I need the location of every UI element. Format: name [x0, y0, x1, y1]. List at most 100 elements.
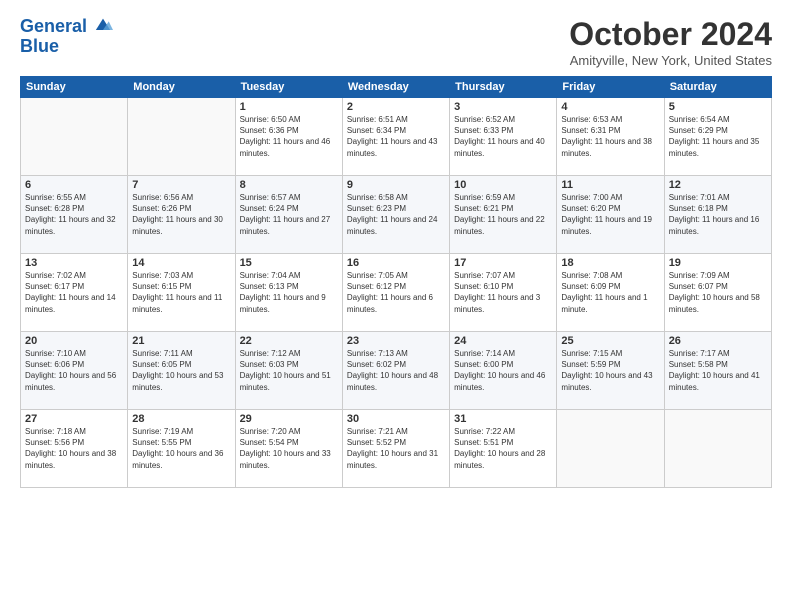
day-detail: Sunrise: 6:53 AM Sunset: 6:31 PM Dayligh… — [561, 114, 659, 159]
calendar-cell: 22Sunrise: 7:12 AM Sunset: 6:03 PM Dayli… — [235, 332, 342, 410]
day-detail: Sunrise: 6:57 AM Sunset: 6:24 PM Dayligh… — [240, 192, 338, 237]
calendar-cell — [557, 410, 664, 488]
day-number: 11 — [561, 179, 659, 191]
day-detail: Sunrise: 7:22 AM Sunset: 5:51 PM Dayligh… — [454, 426, 552, 471]
day-detail: Sunrise: 6:52 AM Sunset: 6:33 PM Dayligh… — [454, 114, 552, 159]
day-number: 4 — [561, 101, 659, 113]
calendar-cell: 2Sunrise: 6:51 AM Sunset: 6:34 PM Daylig… — [342, 98, 449, 176]
day-number: 15 — [240, 257, 338, 269]
calendar-cell: 28Sunrise: 7:19 AM Sunset: 5:55 PM Dayli… — [128, 410, 235, 488]
day-detail: Sunrise: 6:54 AM Sunset: 6:29 PM Dayligh… — [669, 114, 767, 159]
calendar-cell: 16Sunrise: 7:05 AM Sunset: 6:12 PM Dayli… — [342, 254, 449, 332]
day-detail: Sunrise: 7:09 AM Sunset: 6:07 PM Dayligh… — [669, 270, 767, 315]
day-detail: Sunrise: 6:50 AM Sunset: 6:36 PM Dayligh… — [240, 114, 338, 159]
day-detail: Sunrise: 7:04 AM Sunset: 6:13 PM Dayligh… — [240, 270, 338, 315]
logo: General Blue — [20, 16, 113, 56]
day-detail: Sunrise: 6:55 AM Sunset: 6:28 PM Dayligh… — [25, 192, 123, 237]
calendar-cell: 17Sunrise: 7:07 AM Sunset: 6:10 PM Dayli… — [450, 254, 557, 332]
calendar-cell: 25Sunrise: 7:15 AM Sunset: 5:59 PM Dayli… — [557, 332, 664, 410]
calendar-cell: 14Sunrise: 7:03 AM Sunset: 6:15 PM Dayli… — [128, 254, 235, 332]
location-text: Amityville, New York, United States — [569, 53, 772, 68]
day-detail: Sunrise: 7:17 AM Sunset: 5:58 PM Dayligh… — [669, 348, 767, 393]
calendar-cell: 21Sunrise: 7:11 AM Sunset: 6:05 PM Dayli… — [128, 332, 235, 410]
logo-text: General — [20, 16, 113, 37]
day-detail: Sunrise: 7:12 AM Sunset: 6:03 PM Dayligh… — [240, 348, 338, 393]
calendar-cell: 12Sunrise: 7:01 AM Sunset: 6:18 PM Dayli… — [664, 176, 771, 254]
day-detail: Sunrise: 7:00 AM Sunset: 6:20 PM Dayligh… — [561, 192, 659, 237]
day-number: 23 — [347, 335, 445, 347]
day-detail: Sunrise: 7:01 AM Sunset: 6:18 PM Dayligh… — [669, 192, 767, 237]
calendar-cell: 5Sunrise: 6:54 AM Sunset: 6:29 PM Daylig… — [664, 98, 771, 176]
day-number: 1 — [240, 101, 338, 113]
day-detail: Sunrise: 7:14 AM Sunset: 6:00 PM Dayligh… — [454, 348, 552, 393]
calendar-cell: 29Sunrise: 7:20 AM Sunset: 5:54 PM Dayli… — [235, 410, 342, 488]
calendar-cell: 10Sunrise: 6:59 AM Sunset: 6:21 PM Dayli… — [450, 176, 557, 254]
calendar-cell: 19Sunrise: 7:09 AM Sunset: 6:07 PM Dayli… — [664, 254, 771, 332]
calendar-cell: 23Sunrise: 7:13 AM Sunset: 6:02 PM Dayli… — [342, 332, 449, 410]
day-detail: Sunrise: 7:20 AM Sunset: 5:54 PM Dayligh… — [240, 426, 338, 471]
calendar-cell: 15Sunrise: 7:04 AM Sunset: 6:13 PM Dayli… — [235, 254, 342, 332]
calendar-table: SundayMondayTuesdayWednesdayThursdayFrid… — [20, 76, 772, 488]
day-number: 19 — [669, 257, 767, 269]
day-number: 20 — [25, 335, 123, 347]
calendar-cell: 18Sunrise: 7:08 AM Sunset: 6:09 PM Dayli… — [557, 254, 664, 332]
calendar-cell — [21, 98, 128, 176]
day-number: 9 — [347, 179, 445, 191]
day-number: 8 — [240, 179, 338, 191]
day-number: 16 — [347, 257, 445, 269]
day-number: 26 — [669, 335, 767, 347]
day-detail: Sunrise: 6:51 AM Sunset: 6:34 PM Dayligh… — [347, 114, 445, 159]
calendar-cell: 20Sunrise: 7:10 AM Sunset: 6:06 PM Dayli… — [21, 332, 128, 410]
day-number: 7 — [132, 179, 230, 191]
day-number: 12 — [669, 179, 767, 191]
calendar-cell: 1Sunrise: 6:50 AM Sunset: 6:36 PM Daylig… — [235, 98, 342, 176]
calendar-cell: 31Sunrise: 7:22 AM Sunset: 5:51 PM Dayli… — [450, 410, 557, 488]
day-number: 31 — [454, 413, 552, 425]
weekday-header-wednesday: Wednesday — [342, 77, 449, 98]
weekday-header-thursday: Thursday — [450, 77, 557, 98]
day-number: 30 — [347, 413, 445, 425]
day-number: 13 — [25, 257, 123, 269]
day-detail: Sunrise: 7:03 AM Sunset: 6:15 PM Dayligh… — [132, 270, 230, 315]
day-number: 22 — [240, 335, 338, 347]
day-number: 18 — [561, 257, 659, 269]
logo-subtitle: Blue — [20, 37, 113, 57]
calendar-cell — [128, 98, 235, 176]
calendar-cell: 8Sunrise: 6:57 AM Sunset: 6:24 PM Daylig… — [235, 176, 342, 254]
day-detail: Sunrise: 7:05 AM Sunset: 6:12 PM Dayligh… — [347, 270, 445, 315]
calendar-cell: 11Sunrise: 7:00 AM Sunset: 6:20 PM Dayli… — [557, 176, 664, 254]
day-detail: Sunrise: 7:08 AM Sunset: 6:09 PM Dayligh… — [561, 270, 659, 315]
calendar-cell: 27Sunrise: 7:18 AM Sunset: 5:56 PM Dayli… — [21, 410, 128, 488]
calendar-cell: 7Sunrise: 6:56 AM Sunset: 6:26 PM Daylig… — [128, 176, 235, 254]
day-detail: Sunrise: 7:19 AM Sunset: 5:55 PM Dayligh… — [132, 426, 230, 471]
calendar-cell — [664, 410, 771, 488]
day-number: 10 — [454, 179, 552, 191]
calendar-cell: 3Sunrise: 6:52 AM Sunset: 6:33 PM Daylig… — [450, 98, 557, 176]
day-number: 14 — [132, 257, 230, 269]
weekday-header-saturday: Saturday — [664, 77, 771, 98]
day-detail: Sunrise: 7:10 AM Sunset: 6:06 PM Dayligh… — [25, 348, 123, 393]
calendar-cell: 4Sunrise: 6:53 AM Sunset: 6:31 PM Daylig… — [557, 98, 664, 176]
calendar-cell: 30Sunrise: 7:21 AM Sunset: 5:52 PM Dayli… — [342, 410, 449, 488]
day-detail: Sunrise: 7:02 AM Sunset: 6:17 PM Dayligh… — [25, 270, 123, 315]
day-number: 27 — [25, 413, 123, 425]
day-number: 29 — [240, 413, 338, 425]
day-detail: Sunrise: 7:18 AM Sunset: 5:56 PM Dayligh… — [25, 426, 123, 471]
weekday-header-monday: Monday — [128, 77, 235, 98]
day-detail: Sunrise: 6:58 AM Sunset: 6:23 PM Dayligh… — [347, 192, 445, 237]
day-detail: Sunrise: 6:56 AM Sunset: 6:26 PM Dayligh… — [132, 192, 230, 237]
weekday-header-friday: Friday — [557, 77, 664, 98]
calendar-cell: 9Sunrise: 6:58 AM Sunset: 6:23 PM Daylig… — [342, 176, 449, 254]
day-number: 5 — [669, 101, 767, 113]
day-detail: Sunrise: 7:07 AM Sunset: 6:10 PM Dayligh… — [454, 270, 552, 315]
day-number: 24 — [454, 335, 552, 347]
day-detail: Sunrise: 6:59 AM Sunset: 6:21 PM Dayligh… — [454, 192, 552, 237]
day-number: 2 — [347, 101, 445, 113]
day-number: 3 — [454, 101, 552, 113]
day-detail: Sunrise: 7:15 AM Sunset: 5:59 PM Dayligh… — [561, 348, 659, 393]
day-number: 21 — [132, 335, 230, 347]
day-number: 17 — [454, 257, 552, 269]
calendar-cell: 6Sunrise: 6:55 AM Sunset: 6:28 PM Daylig… — [21, 176, 128, 254]
day-number: 25 — [561, 335, 659, 347]
day-detail: Sunrise: 7:21 AM Sunset: 5:52 PM Dayligh… — [347, 426, 445, 471]
